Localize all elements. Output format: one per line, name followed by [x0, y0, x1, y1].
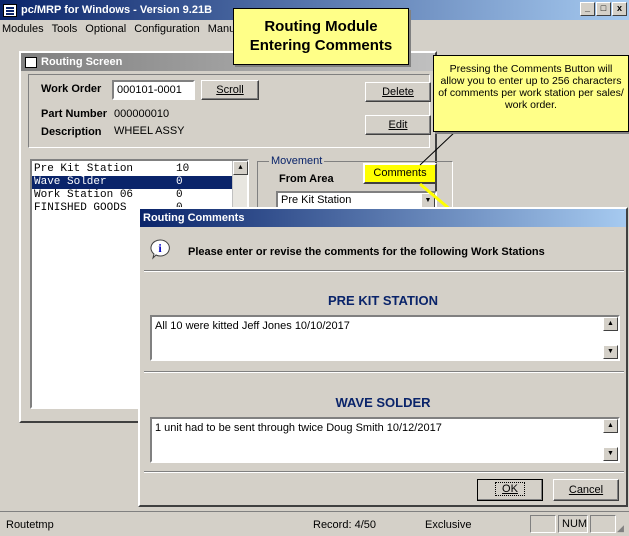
pre-kit-comment-field[interactable]: All 10 were kitted Jeff Jones 10/10/2017… [150, 315, 620, 361]
divider [144, 471, 624, 473]
scroll-down-icon[interactable]: ▼ [603, 447, 618, 461]
status-num: NUM [558, 515, 588, 533]
memo-scrollbar[interactable]: ▲ ▼ [603, 317, 618, 359]
dialog-prompt: Please enter or revise the comments for … [188, 246, 545, 258]
scroll-up-icon[interactable]: ▲ [603, 419, 618, 433]
pre-kit-comment-text: All 10 were kitted Jeff Jones 10/10/2017 [155, 320, 350, 332]
callout-pointer-line [419, 130, 457, 166]
scroll-down-icon[interactable]: ▼ [603, 345, 618, 359]
wave-solder-comment-field[interactable]: 1 unit had to be sent through twice Doug… [150, 417, 620, 463]
ok-button-label: OK [495, 482, 525, 496]
callout-title-line2: Entering Comments [249, 37, 393, 54]
dialog-title: Routing Comments [143, 212, 245, 224]
callout-title: Routing Module Entering Comments [233, 8, 409, 65]
callout-info: Pressing the Comments Button will allow … [433, 55, 629, 132]
dialog-title-bar: Routing Comments [140, 209, 626, 227]
resize-grip-icon[interactable]: ◢ [617, 523, 624, 534]
memo-scrollbar[interactable]: ▲ ▼ [603, 419, 618, 461]
ok-button[interactable]: OK [477, 479, 543, 501]
section-title-pre-kit: PRE KIT STATION [327, 293, 439, 308]
routing-comments-dialog: Routing Comments i Please enter or revis… [138, 207, 628, 507]
status-mode: Exclusive [425, 519, 472, 531]
info-icon: i [149, 238, 171, 263]
cancel-button[interactable]: Cancel [553, 479, 619, 501]
cancel-button-label: Cancel [568, 484, 604, 496]
callout-title-line1: Routing Module [264, 18, 378, 35]
divider [144, 270, 624, 272]
status-bar: Routetmp Record: 4/50 Exclusive NUM ◢ [0, 511, 629, 536]
status-record: Record: 4/50 [313, 519, 376, 531]
wave-solder-comment-text: 1 unit had to be sent through twice Doug… [155, 422, 442, 434]
scroll-up-icon[interactable]: ▲ [603, 317, 618, 331]
divider [144, 371, 624, 373]
status-panel-empty [590, 515, 616, 533]
status-table: Routetmp [6, 519, 54, 531]
status-panel-empty [530, 515, 556, 533]
section-title-wave-solder: WAVE SOLDER [335, 395, 431, 410]
